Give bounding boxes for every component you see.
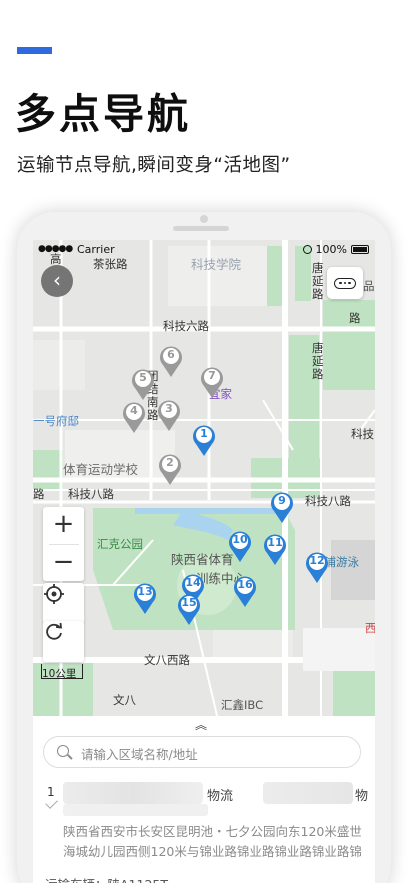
zoom-controls: + − <box>43 507 84 581</box>
map-marker-7[interactable]: 7 <box>199 365 225 399</box>
map-marker-number: 5 <box>139 371 147 384</box>
map-marker-number: 16 <box>237 578 253 591</box>
map-marker-11[interactable]: 11 <box>262 532 288 566</box>
map-marker-number: 2 <box>166 456 174 469</box>
road-label: 科技八路 <box>68 487 114 501</box>
map-marker-9[interactable]: 9 <box>269 490 295 524</box>
battery-icon <box>351 245 369 254</box>
blurred-name <box>263 782 353 804</box>
rotation-lock-icon <box>302 245 312 254</box>
refresh-icon <box>46 622 63 640</box>
road-label: 品 <box>363 279 375 293</box>
map-marker-2[interactable]: 2 <box>157 452 183 486</box>
signal-icon: ●●●●● <box>38 244 73 254</box>
poi-label: 体育运动学校 <box>63 462 139 477</box>
road-label: 科技八路 <box>305 494 351 508</box>
road-label: 科技六路 <box>163 319 209 333</box>
map-marker-13[interactable]: 13 <box>132 581 158 615</box>
road-label: 唐延路 <box>312 341 324 381</box>
phone-camera <box>200 215 208 223</box>
refresh-button[interactable] <box>43 621 84 662</box>
phone-screen: 高新 茶张路 科技学院 唐延路 品 科技六路 路 唐延路 团结南路 宜家 一号府… <box>33 240 375 883</box>
map-marker-10[interactable]: 10 <box>227 529 253 563</box>
more-options-button[interactable] <box>327 267 363 299</box>
map-marker-number: 7 <box>208 369 216 382</box>
bottom-panel: ︽ 请输入区域名称/地址 1 物流 物 陕西省西安市长安区昆明池・七夕公园向东1… <box>33 716 375 883</box>
list-item-name-end: 物 <box>355 789 369 804</box>
map-marker-number: 11 <box>267 536 283 549</box>
map-marker-15[interactable]: 15 <box>176 592 202 626</box>
map-marker-number: 9 <box>278 494 286 507</box>
accent-bar <box>17 47 52 54</box>
search-icon <box>57 745 69 757</box>
road-label: 科技 <box>351 427 374 441</box>
map-marker-3[interactable]: 3 <box>156 398 182 432</box>
zoom-out-button[interactable]: − <box>43 545 84 582</box>
map-marker-number: 10 <box>232 533 248 546</box>
map-marker-number: 4 <box>130 404 138 417</box>
chevron-up-icon[interactable]: ︽ <box>195 716 207 733</box>
road-label: 路 <box>33 487 45 501</box>
locate-button[interactable] <box>43 583 84 624</box>
map-marker-number: 1 <box>200 427 208 440</box>
map-marker-1[interactable]: 1 <box>191 423 217 457</box>
battery-percent: 100% <box>315 243 347 256</box>
map-marker-16[interactable]: 16 <box>232 574 258 608</box>
more-icon <box>334 277 356 289</box>
status-bar: ●●●●● Carrier 100% <box>33 240 375 260</box>
blurred-name <box>63 782 203 804</box>
map-marker-number: 6 <box>167 348 175 361</box>
phone-speaker <box>173 226 229 231</box>
map-marker-number: 3 <box>165 402 173 415</box>
road-label: 一号府邸 <box>33 414 79 428</box>
road-label: 唐延路 <box>312 261 324 301</box>
promo-subtitle: 运输节点导航,瞬间变身“活地图” <box>17 155 291 176</box>
map-building-block <box>331 540 375 600</box>
blurred-name <box>63 804 208 816</box>
list-item-name[interactable]: 物流 <box>207 785 233 804</box>
search-placeholder: 请输入区域名称/地址 <box>81 747 198 762</box>
road-label: 文八西路 <box>144 653 190 667</box>
search-field[interactable]: 请输入区域名称/地址 <box>43 736 361 768</box>
list-item-address: 陕西省西安市长安区昆明池・七夕公园向东120米盛世海城幼儿园西侧120米与锦业路… <box>63 824 362 859</box>
map-marker-number: 14 <box>185 576 201 589</box>
map-marker-4[interactable]: 4 <box>121 400 147 434</box>
road-label: 路 <box>349 311 361 325</box>
map-view[interactable]: 高新 茶张路 科技学院 唐延路 品 科技六路 路 唐延路 团结南路 宜家 一号府… <box>33 240 375 720</box>
map-marker-number: 13 <box>137 585 153 598</box>
map-marker-number: 12 <box>309 554 325 567</box>
promo-title: 多点导航 <box>15 90 191 138</box>
poi-label: 陕西省体育 <box>171 552 234 567</box>
poi-label: 汇克公园 <box>97 537 143 551</box>
map-marker-5[interactable]: 5 <box>130 367 156 401</box>
scale-label: 10公里 <box>42 668 77 680</box>
map-marker-6[interactable]: 6 <box>158 344 184 378</box>
carrier-label: Carrier <box>77 243 115 256</box>
map-marker-number: 15 <box>181 596 197 609</box>
battery-area: 100% <box>302 243 369 256</box>
map-marker-12[interactable]: 12 <box>304 550 330 584</box>
back-button[interactable]: ‹ <box>41 265 73 297</box>
road-label: 文八 <box>113 693 136 707</box>
zoom-in-button[interactable]: + <box>43 507 84 544</box>
crosshair-icon <box>44 584 64 604</box>
poi-label: 汇鑫IBC <box>221 698 264 712</box>
list-item-vehicle: 运输车辆：陕A1125T <box>45 874 168 883</box>
road-label: 西 <box>365 621 375 635</box>
